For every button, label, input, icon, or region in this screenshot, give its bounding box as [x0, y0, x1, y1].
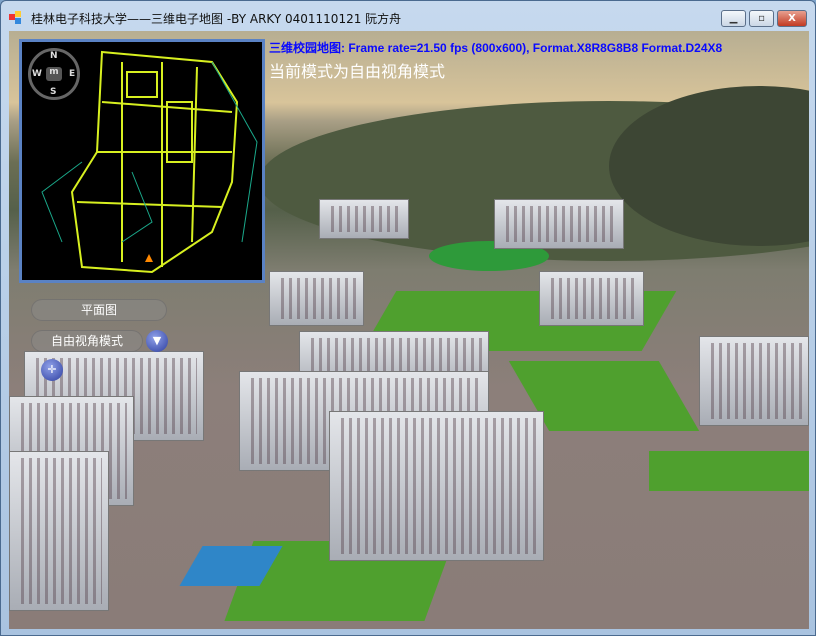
compass-n: N	[50, 51, 58, 61]
view-mode-select[interactable]: 自由视角模式	[31, 330, 143, 352]
move-control-icon[interactable]: ✛	[41, 359, 63, 381]
building	[494, 199, 624, 249]
lawn	[649, 451, 809, 491]
building	[329, 411, 544, 561]
chevron-down-icon[interactable]: ▼	[146, 330, 168, 352]
camera-position-marker	[145, 254, 153, 262]
building	[539, 271, 644, 326]
compass-w: W	[32, 69, 42, 79]
compass-s: S	[50, 87, 57, 97]
compass-icon[interactable]: N S W E m	[28, 48, 80, 100]
3d-campus-view[interactable]: N S W E m 三维校园地图: Frame rate=21.50 fps (…	[9, 31, 809, 629]
maximize-button[interactable]: ▫	[749, 10, 774, 27]
plan-view-button[interactable]: 平面图	[31, 299, 167, 321]
compass-center: m	[46, 67, 62, 81]
window-title: 桂林电子科技大学——三维电子地图 -BY ARKY 0401110121 阮方舟	[31, 12, 402, 26]
building	[699, 336, 809, 426]
building	[9, 451, 109, 611]
app-window: 桂林电子科技大学——三维电子地图 -BY ARKY 0401110121 阮方舟…	[0, 0, 816, 636]
building	[269, 271, 364, 326]
mode-status: 当前模式为自由视角模式	[269, 62, 446, 81]
minimap[interactable]: N S W E m	[19, 39, 265, 283]
frame-info: 三维校园地图: Frame rate=21.50 fps (800x600), …	[269, 41, 723, 55]
title-bar[interactable]: 桂林电子科技大学——三维电子地图 -BY ARKY 0401110121 阮方舟…	[1, 1, 815, 31]
compass-e: E	[69, 69, 76, 79]
close-button[interactable]: X	[777, 10, 807, 27]
building	[319, 199, 409, 239]
app-icon	[9, 11, 23, 25]
minimize-button[interactable]: ▁	[721, 10, 746, 27]
